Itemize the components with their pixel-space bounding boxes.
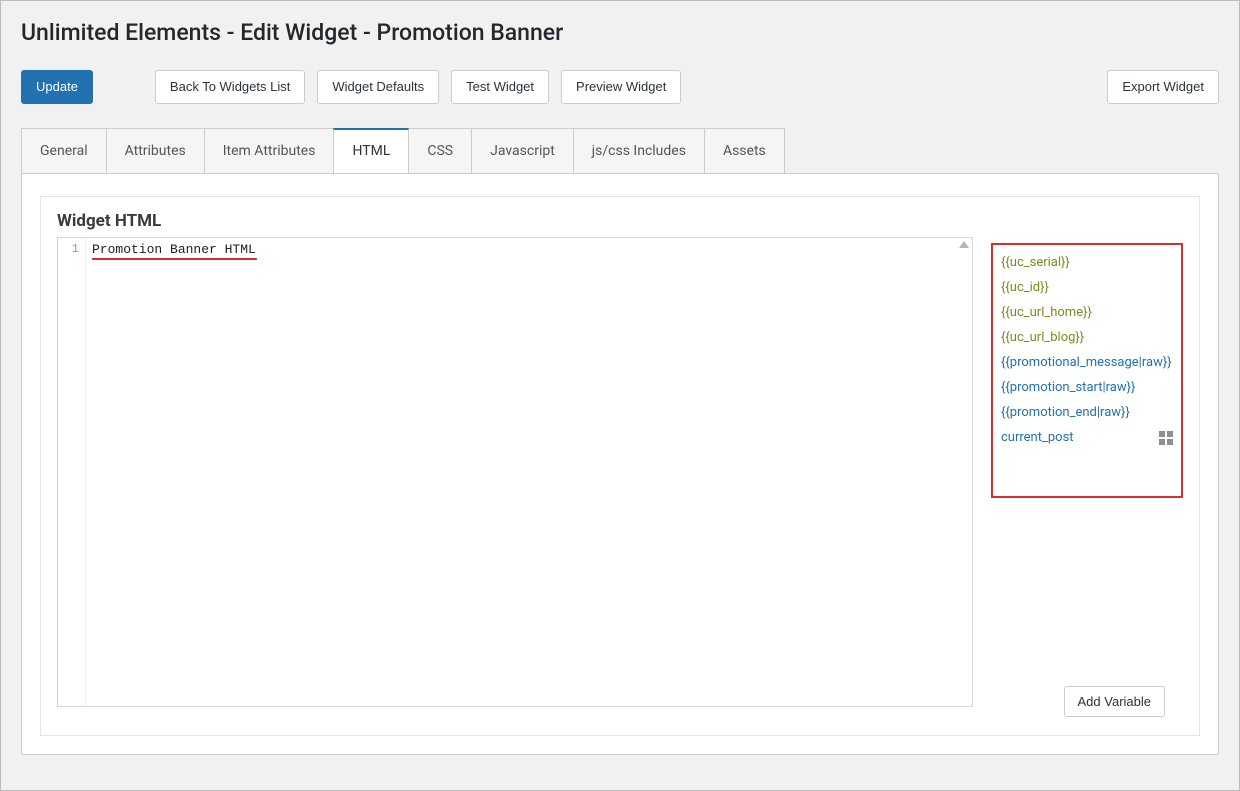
update-button[interactable]: Update (21, 70, 93, 104)
tab-assets[interactable]: Assets (704, 128, 785, 173)
preview-widget-button[interactable]: Preview Widget (561, 70, 681, 104)
editor-row: 1 Promotion Banner HTML {{uc_serial}} {{… (57, 237, 1183, 707)
tab-general[interactable]: General (21, 128, 107, 173)
app-frame: Unlimited Elements - Edit Widget - Promo… (0, 0, 1240, 791)
code-line-1: Promotion Banner HTML (92, 242, 966, 257)
annotation-underline (92, 256, 257, 260)
tab-includes[interactable]: js/css Includes (573, 128, 705, 173)
var-uc-serial[interactable]: {{uc_serial}} (1001, 255, 1173, 270)
tab-javascript[interactable]: Javascript (471, 128, 574, 173)
back-to-widgets-button[interactable]: Back To Widgets List (155, 70, 305, 104)
editor-gutter: 1 (58, 238, 86, 706)
var-current-post-row: current_post (1001, 430, 1173, 445)
test-widget-button[interactable]: Test Widget (451, 70, 549, 104)
widget-html-title: Widget HTML (57, 211, 1183, 231)
code-area[interactable]: Promotion Banner HTML (86, 238, 972, 706)
tab-item-attributes[interactable]: Item Attributes (204, 128, 335, 173)
gutter-line-1: 1 (58, 242, 79, 256)
page-title: Unlimited Elements - Edit Widget - Promo… (1, 1, 1239, 56)
var-current-post[interactable]: current_post (1001, 430, 1074, 445)
add-variable-button[interactable]: Add Variable (1064, 686, 1165, 717)
code-editor[interactable]: 1 Promotion Banner HTML (57, 237, 973, 707)
var-promotion-start[interactable]: {{promotion_start|raw}} (1001, 380, 1173, 395)
widget-html-panel: Widget HTML 1 Promotion Banner HTML {{uc… (40, 196, 1200, 736)
tab-panel: Widget HTML 1 Promotion Banner HTML {{uc… (21, 173, 1219, 755)
tabs: General Attributes Item Attributes HTML … (21, 128, 1219, 173)
tab-html[interactable]: HTML (333, 128, 409, 173)
tab-css[interactable]: CSS (408, 128, 472, 173)
toolbar: Update Back To Widgets List Widget Defau… (1, 56, 1239, 128)
widget-defaults-button[interactable]: Widget Defaults (317, 70, 439, 104)
var-uc-id[interactable]: {{uc_id}} (1001, 280, 1173, 295)
var-promotional-message[interactable]: {{promotional_message|raw}} (1001, 355, 1173, 370)
grid-icon[interactable] (1159, 431, 1173, 445)
variables-panel: {{uc_serial}} {{uc_id}} {{uc_url_home}} … (991, 237, 1183, 707)
var-uc-url-blog[interactable]: {{uc_url_blog}} (1001, 330, 1173, 345)
tab-attributes[interactable]: Attributes (106, 128, 205, 173)
scroll-up-icon[interactable] (959, 241, 969, 248)
var-promotion-end[interactable]: {{promotion_end|raw}} (1001, 405, 1173, 420)
export-widget-button[interactable]: Export Widget (1107, 70, 1219, 104)
var-uc-url-home[interactable]: {{uc_url_home}} (1001, 305, 1173, 320)
variables-box: {{uc_serial}} {{uc_id}} {{uc_url_home}} … (991, 243, 1183, 498)
